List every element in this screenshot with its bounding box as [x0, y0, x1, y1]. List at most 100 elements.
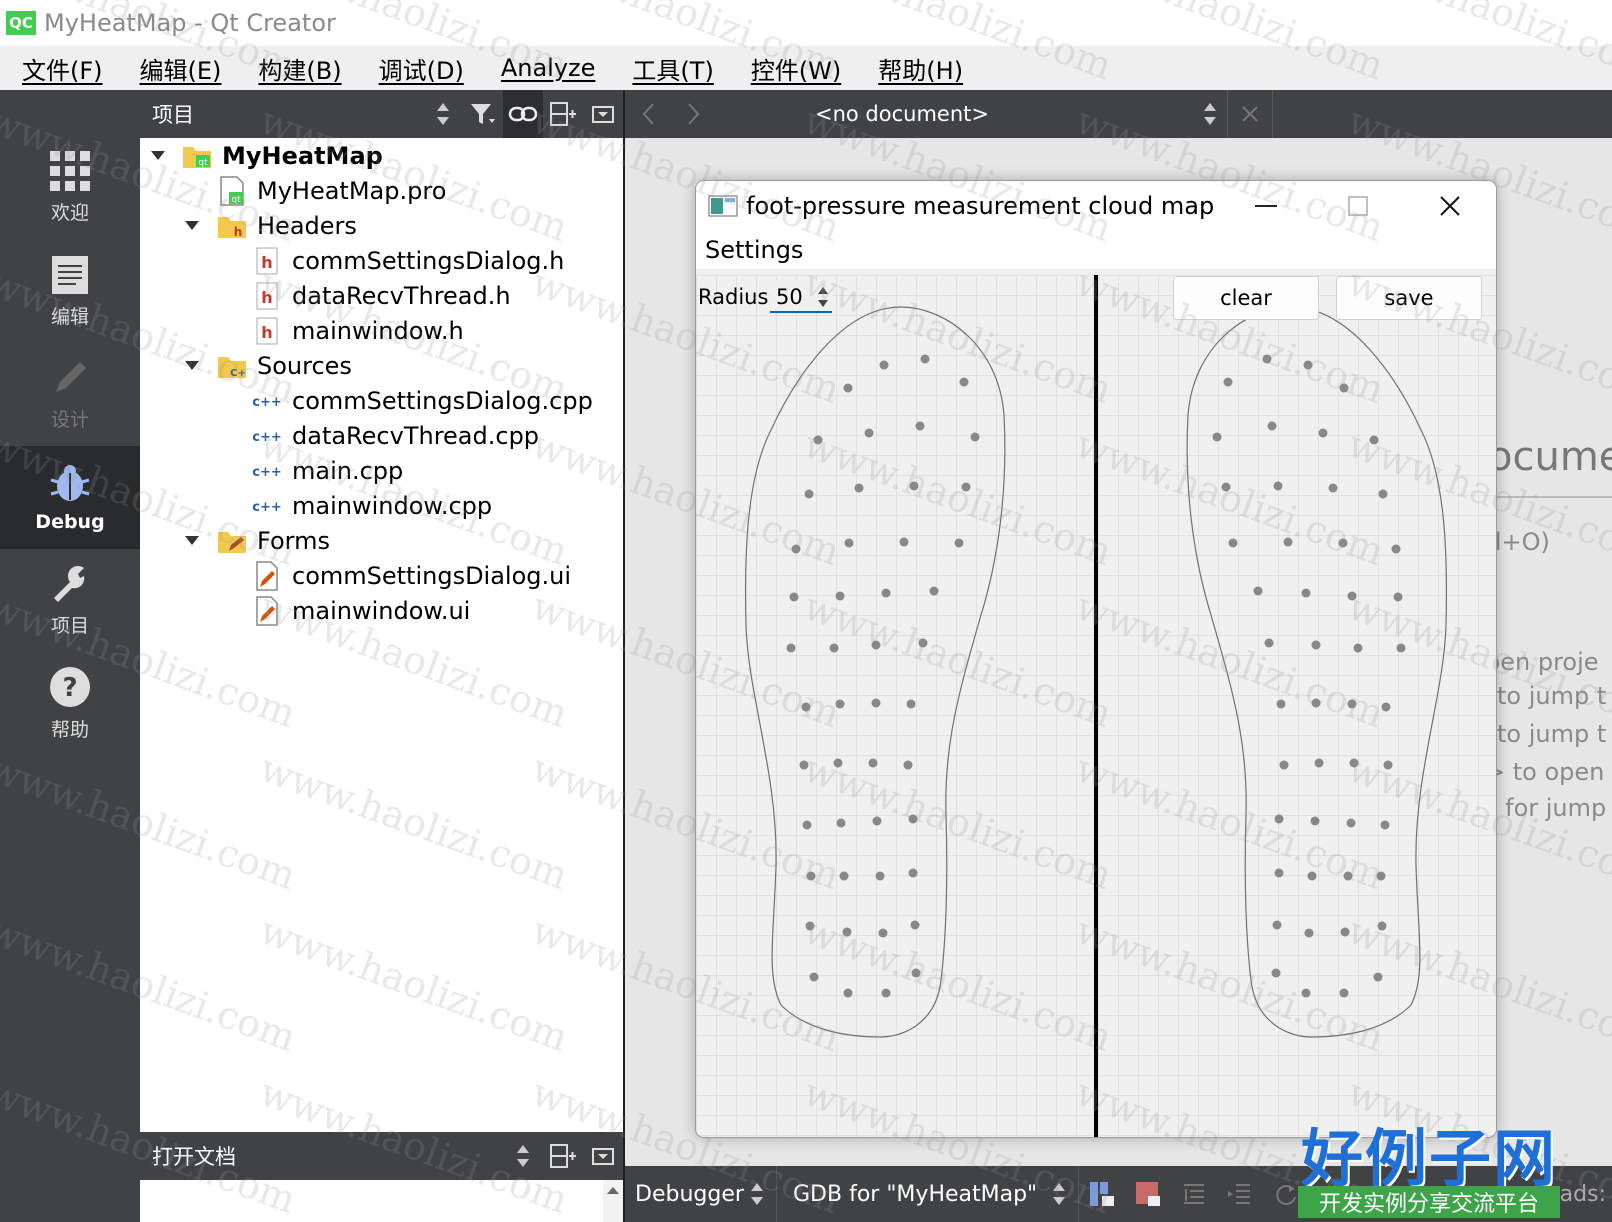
- tree-item-file[interactable]: h mainwindow.h: [140, 313, 464, 348]
- tree-item-file[interactable]: commSettingsDialog.ui: [140, 558, 571, 593]
- tree-item-file[interactable]: c++ main.cpp: [140, 453, 403, 488]
- sensor-point: [1339, 988, 1349, 998]
- thread-tool-button[interactable]: [1171, 1170, 1217, 1218]
- sensor-point: [871, 640, 881, 650]
- mode-selector: 欢迎 编辑 设计 Debug 项目 ? 帮助: [0, 90, 140, 1222]
- menu-widgets[interactable]: 控件(W): [736, 51, 856, 86]
- spin-arrows-icon[interactable]: [816, 284, 830, 310]
- reverse-debug-button[interactable]: [1125, 1170, 1171, 1218]
- svg-text:h: h: [261, 288, 272, 307]
- menu-build[interactable]: 构建(B): [243, 51, 356, 86]
- tree-item-forms[interactable]: Forms: [140, 523, 330, 558]
- mode-help[interactable]: ? 帮助: [0, 652, 140, 755]
- open-documents-list[interactable]: [140, 1180, 623, 1222]
- menu-analyze[interactable]: Analyze: [486, 54, 611, 82]
- close-panel-button[interactable]: [583, 1132, 623, 1180]
- sensor-point: [786, 643, 796, 653]
- sensor-point: [908, 868, 918, 878]
- tree-item-pro-file[interactable]: qt MyHeatMap.pro: [140, 173, 446, 208]
- minimize-button[interactable]: [1220, 181, 1312, 231]
- right-foot-plot: [1186, 306, 1448, 1038]
- expand-arrow-icon[interactable]: [185, 536, 199, 545]
- tree-item-file[interactable]: h dataRecvThread.h: [140, 278, 511, 313]
- sensor-point: [1301, 988, 1311, 998]
- tree-item-label: dataRecvThread.h: [292, 281, 511, 310]
- left-foot-heatmap: [696, 275, 1094, 1137]
- dialog-menu-bar: Settings: [696, 231, 1496, 269]
- forward-button[interactable]: [671, 90, 717, 138]
- project-folder-icon: qt: [182, 141, 212, 171]
- sensor-point: [878, 928, 888, 938]
- debugger-selector-value: Debugger: [635, 1181, 744, 1207]
- menu-help[interactable]: 帮助(H): [863, 51, 978, 86]
- debugger-selector[interactable]: Debugger: [625, 1166, 777, 1222]
- view-selector-button[interactable]: [423, 90, 463, 138]
- mode-design[interactable]: 设计: [0, 343, 140, 446]
- tree-item-myheatmap[interactable]: qt MyHeatMap: [140, 138, 383, 173]
- sensor-point: [802, 820, 812, 830]
- sensor-point: [1228, 538, 1238, 548]
- tree-item-label: mainwindow.h: [292, 316, 464, 345]
- maximize-button[interactable]: [1312, 181, 1404, 231]
- mode-projects[interactable]: 项目: [0, 549, 140, 652]
- split-icon: [550, 1144, 576, 1168]
- menu-debug[interactable]: 调试(D): [364, 51, 479, 86]
- mode-welcome[interactable]: 欢迎: [0, 136, 140, 239]
- tree-item-file[interactable]: c++ dataRecvThread.cpp: [140, 418, 539, 453]
- sensor-point: [1318, 428, 1328, 438]
- close-panel-button[interactable]: [583, 90, 623, 138]
- expand-arrow-icon[interactable]: [185, 221, 199, 230]
- sensor-point: [1267, 421, 1277, 431]
- clear-button[interactable]: clear: [1173, 276, 1319, 320]
- view-selector-button[interactable]: [503, 1132, 543, 1180]
- menu-settings[interactable]: Settings: [705, 236, 803, 264]
- split-button[interactable]: [543, 90, 583, 138]
- operate-by-instruction-button[interactable]: [1079, 1170, 1125, 1218]
- sensor-point: [970, 432, 980, 442]
- tree-item-file[interactable]: c++ commSettingsDialog.cpp: [140, 383, 593, 418]
- mode-debug-label: Debug: [35, 511, 105, 533]
- scrollbar[interactable]: [603, 1180, 623, 1222]
- tree-item-file[interactable]: h commSettingsDialog.h: [140, 243, 564, 278]
- sensor-point: [805, 921, 815, 931]
- expand-arrow-icon[interactable]: [151, 151, 165, 160]
- tree-item-sources[interactable]: C+ Sources: [140, 348, 352, 383]
- save-button[interactable]: save: [1336, 276, 1482, 320]
- close-document-button[interactable]: [1227, 90, 1273, 138]
- sensor-point: [1349, 758, 1359, 768]
- tree-item-file[interactable]: mainwindow.ui: [140, 593, 470, 628]
- back-button[interactable]: [625, 90, 671, 138]
- stack-tool-button[interactable]: [1217, 1170, 1263, 1218]
- sensor-point: [835, 591, 845, 601]
- sensor-point: [1301, 588, 1311, 598]
- mode-debug[interactable]: Debug: [0, 446, 140, 549]
- menu-tools[interactable]: 工具(T): [617, 51, 728, 86]
- header-file-icon: h: [252, 281, 282, 311]
- sensor-point: [1340, 927, 1350, 937]
- tree-item-label: commSettingsDialog.h: [292, 246, 565, 275]
- scroll-up-icon[interactable]: [603, 1180, 623, 1198]
- sensor-point: [809, 972, 819, 982]
- split-button[interactable]: [543, 1132, 583, 1180]
- sensor-point: [1369, 435, 1379, 445]
- tree-item-headers[interactable]: h Headers: [140, 208, 357, 243]
- close-button[interactable]: [1404, 181, 1496, 231]
- document-selector[interactable]: <no document>: [717, 101, 1227, 127]
- sensor-point: [910, 920, 920, 930]
- radius-spinbox[interactable]: 50: [770, 281, 832, 313]
- split-icon: [550, 102, 576, 126]
- engine-selector[interactable]: GDB for "MyHeatMap": [777, 1166, 1079, 1222]
- sensor-point: [906, 699, 916, 709]
- left-foot-outline: [744, 306, 1006, 1038]
- qt-creator-logo: QC: [6, 11, 36, 35]
- expand-arrow-icon[interactable]: [185, 361, 199, 370]
- welcome-line: > to open: [1485, 758, 1605, 786]
- mode-edit[interactable]: 编辑: [0, 240, 140, 343]
- menu-file[interactable]: 文件(F): [7, 51, 118, 86]
- filter-button[interactable]: [463, 90, 503, 138]
- tree-item-file[interactable]: c++ mainwindow.cpp: [140, 488, 492, 523]
- welcome-text: ocume rl+O) pen proje to jump t to jump …: [1485, 420, 1612, 840]
- sync-link-button[interactable]: [503, 90, 543, 138]
- svg-text:h: h: [261, 323, 272, 342]
- menu-edit[interactable]: 编辑(E): [125, 51, 237, 86]
